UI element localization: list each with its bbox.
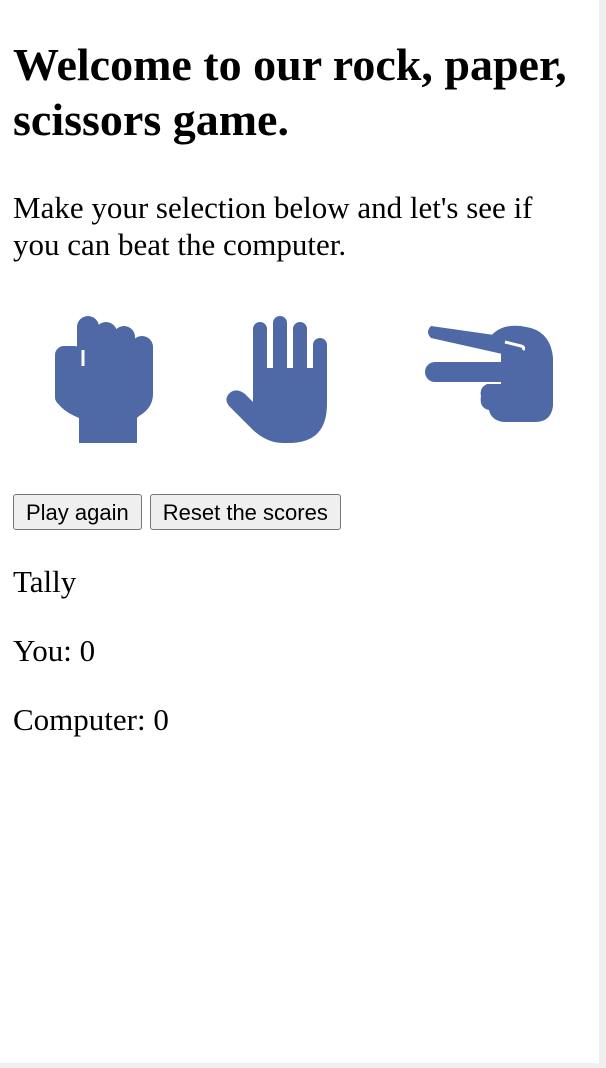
reset-scores-button[interactable]: Reset the scores	[149, 494, 341, 530]
tally-computer-score: Computer: 0	[13, 702, 169, 737]
scissors-choice[interactable]	[421, 308, 556, 443]
tally-title: Tally	[13, 564, 77, 599]
fist-rock-icon	[55, 316, 153, 443]
two-finger-scissors-icon	[425, 325, 553, 422]
page-title: Welcome to our rock, paper, scissors gam…	[13, 39, 567, 145]
intro-text: Make your selection below and let's see …	[13, 190, 533, 262]
bottom-edge	[0, 1063, 606, 1068]
play-again-button[interactable]: Play again	[13, 494, 142, 530]
scrollbar-track[interactable]	[599, 0, 606, 1068]
choice-icons	[13, 308, 593, 458]
paper-choice[interactable]	[223, 308, 358, 443]
rock-choice[interactable]	[43, 308, 178, 443]
button-row: Play again Reset the scores	[13, 494, 593, 530]
tally-you-score: You: 0	[13, 633, 96, 668]
open-hand-paper-icon	[226, 316, 327, 443]
page-content: Welcome to our rock, paper, scissors gam…	[13, 0, 593, 738]
